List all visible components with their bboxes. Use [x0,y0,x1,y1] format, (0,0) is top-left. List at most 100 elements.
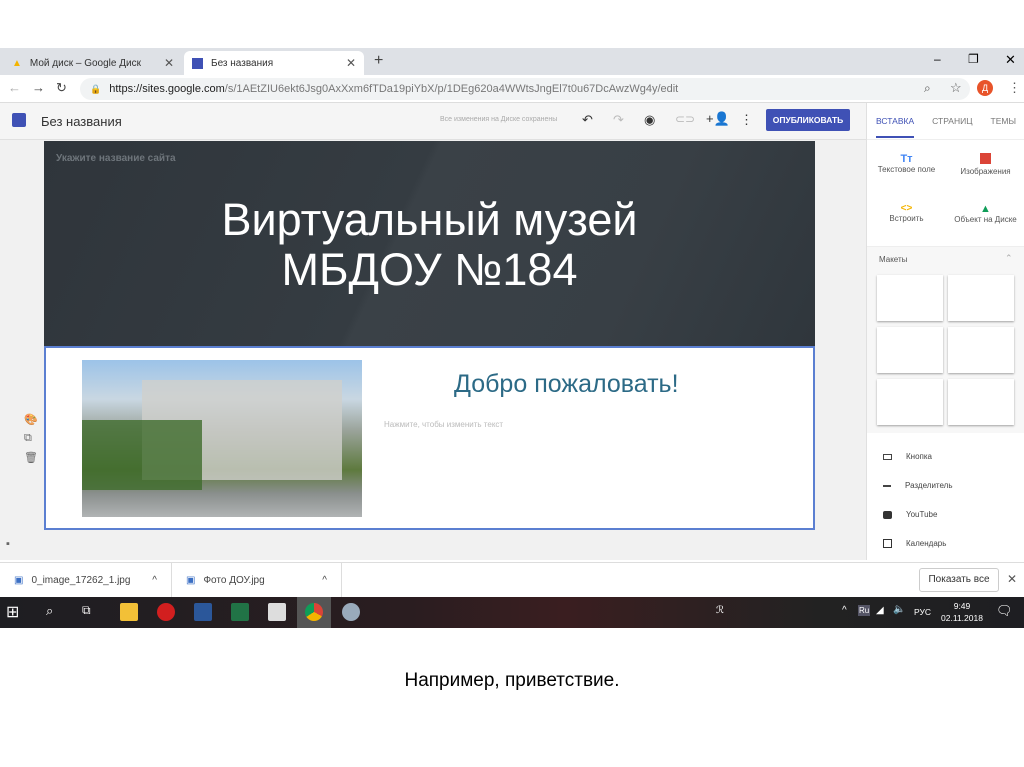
image-file-icon: ▣ [186,575,196,586]
share-icon[interactable]: +👤 [706,111,730,127]
tab-insert[interactable]: ВСТАВКА [876,104,915,138]
people-icon[interactable]: ℛ [716,605,724,616]
close-tab-icon[interactable]: ✕ [346,56,356,70]
back-icon[interactable]: ← [8,80,21,95]
insert-text-box[interactable]: Tт Текстовое поле [867,153,946,174]
avatar[interactable]: Д [977,80,993,96]
text-box-icon: Tт [900,153,913,165]
insert-images[interactable]: Изображения [946,153,1024,176]
duplicate-icon[interactable]: ⧉ [24,432,32,445]
url-path: /s/1AEtZIU6ekt6Jsg0AxXxm6fTDa19piYbX/p/1… [224,83,679,95]
layout-option-3[interactable] [877,327,943,373]
layout-option-2[interactable] [948,275,1014,321]
calculator-icon[interactable] [268,603,286,621]
forward-icon[interactable]: → [32,80,45,95]
text-placeholder[interactable]: Нажмите, чтобы изменить текст [384,420,503,429]
word-icon[interactable] [194,603,212,621]
date: 02.11.2018 [941,613,983,623]
zoom-icon[interactable]: ⌕ [924,81,931,96]
redo-icon[interactable]: ↷ [613,112,624,128]
insert-embed[interactable]: <> Встроить [867,203,946,223]
chevron-up-icon[interactable]: ^ [152,575,157,586]
minimize-button[interactable]: – [934,52,941,66]
publish-button[interactable]: ОПУБЛИКОВАТЬ [766,109,850,131]
insert-divider-item[interactable]: Разделитель [883,481,953,490]
input-language[interactable]: РУС [914,607,931,617]
insert-button-item[interactable]: Кнопка [883,452,932,461]
language-tray-icon[interactable]: Ru [858,605,871,616]
close-tab-icon[interactable]: ✕ [164,56,174,70]
downloads-bar: ▣ 0_image_17262_1.jpg ^ ▣ Фото ДОУ.jpg ^ Пок… [0,562,1024,598]
task-view-icon[interactable]: ⧉ [82,603,91,618]
layouts-label: Макеты [879,255,908,264]
label: Кнопка [906,452,932,461]
label: Разделитель [905,481,953,490]
tab-label: Без названия [211,57,274,69]
notifications-icon[interactable]: 🗨 [996,603,1013,619]
layout-option-6[interactable] [948,379,1014,425]
close-window-button[interactable]: ✕ [1005,52,1016,68]
header-title-line1: Виртуальный музей [221,194,638,245]
preview-eye-icon[interactable]: ◉ [644,112,655,128]
site-header[interactable]: Укажите название сайта Виртуальный музей… [44,141,815,346]
label: Изображения [960,167,1011,176]
sites-icon [192,57,203,69]
menu-icon[interactable]: ⋮ [1008,80,1021,96]
windows-start-icon[interactable]: ⊞ [6,602,19,622]
opera-icon[interactable] [157,603,175,621]
link-icon[interactable]: ⊂⊃ [675,112,695,126]
reload-icon[interactable]: ↻ [56,80,67,96]
url-input[interactable]: 🔒 https://sites.google.com/s/1AEtZIU6ekt… [80,78,970,100]
undo-icon[interactable]: ↶ [582,112,593,128]
layout-option-1[interactable] [877,275,943,321]
palette-icon[interactable]: 🎨 [24,413,38,426]
site-title[interactable]: Без названия [41,114,122,129]
tab-themes[interactable]: ТЕМЫ [991,116,1016,126]
file-name: Фото ДОУ.jpg [203,575,265,586]
tab-pages[interactable]: СТРАНИЦ [932,116,972,126]
download-item[interactable]: ▣ Фото ДОУ.jpg ^ [172,563,342,598]
download-item[interactable]: ▣ 0_image_17262_1.jpg ^ [0,563,172,598]
more-icon[interactable]: ⋮ [740,112,753,128]
label: Календарь [906,539,947,548]
volume-icon[interactable]: 🔈 [893,604,905,615]
chevron-up-icon[interactable]: ^ [322,575,327,586]
image-icon [980,153,991,164]
youtube-icon [883,510,892,519]
star-icon[interactable]: ☆ [950,80,962,96]
new-tab-button[interactable]: + [374,52,383,70]
paint-icon[interactable] [342,603,360,621]
content-section[interactable]: Добро пожаловать! Нажмите, чтобы изменит… [44,346,815,530]
tray-chevron-icon[interactable]: ^ [842,605,847,616]
tab-sites[interactable]: Без названия ✕ [184,51,364,75]
layout-option-5[interactable] [877,379,943,425]
excel-icon[interactable] [231,603,249,621]
collapse-icon[interactable]: ⌃ [1005,253,1013,264]
windows-taskbar: ⊞ ⌕ ⧉ ℛ ^ Ru ◢ 🔈 РУС 9:49 02.11.2018 🗨 [0,597,1024,628]
feedback-icon[interactable]: ▪ [6,538,10,550]
site-name-placeholder[interactable]: Укажите название сайта [56,153,176,164]
header-title-line2: МБДОУ №184 [281,244,578,295]
delete-icon[interactable]: 🗑 [24,451,38,464]
lock-icon: 🔒 [90,83,102,94]
tab-google-drive[interactable]: ▲ Мой диск – Google Диск ✕ [4,51,182,75]
header-title[interactable]: Виртуальный музей МБДОУ №184 [44,195,815,295]
insert-calendar-item[interactable]: Календарь [883,539,946,548]
welcome-heading[interactable]: Добро пожаловать! [454,370,679,399]
school-building-photo[interactable] [82,360,362,517]
browser-tab-bar: ▲ Мой диск – Google Диск ✕ Без названия … [0,48,1024,75]
layout-option-4[interactable] [948,327,1014,373]
search-icon[interactable]: ⌕ [46,603,53,619]
close-downloads-icon[interactable]: ✕ [1007,572,1017,586]
insert-youtube-item[interactable]: YouTube [883,510,937,519]
google-drive-icon: ▲ [12,57,22,69]
restore-button[interactable]: ❐ [968,52,979,66]
layouts-section: Макеты ⌃ [867,246,1024,433]
clock[interactable]: 9:49 02.11.2018 [936,600,988,624]
insert-drive-object[interactable]: ▲ Объект на Диске [946,203,1024,224]
chrome-icon[interactable] [305,603,323,621]
show-all-button[interactable]: Показать все [919,568,999,592]
network-icon[interactable]: ◢ [876,605,884,616]
file-explorer-icon[interactable] [120,603,138,621]
button-icon [883,453,892,460]
